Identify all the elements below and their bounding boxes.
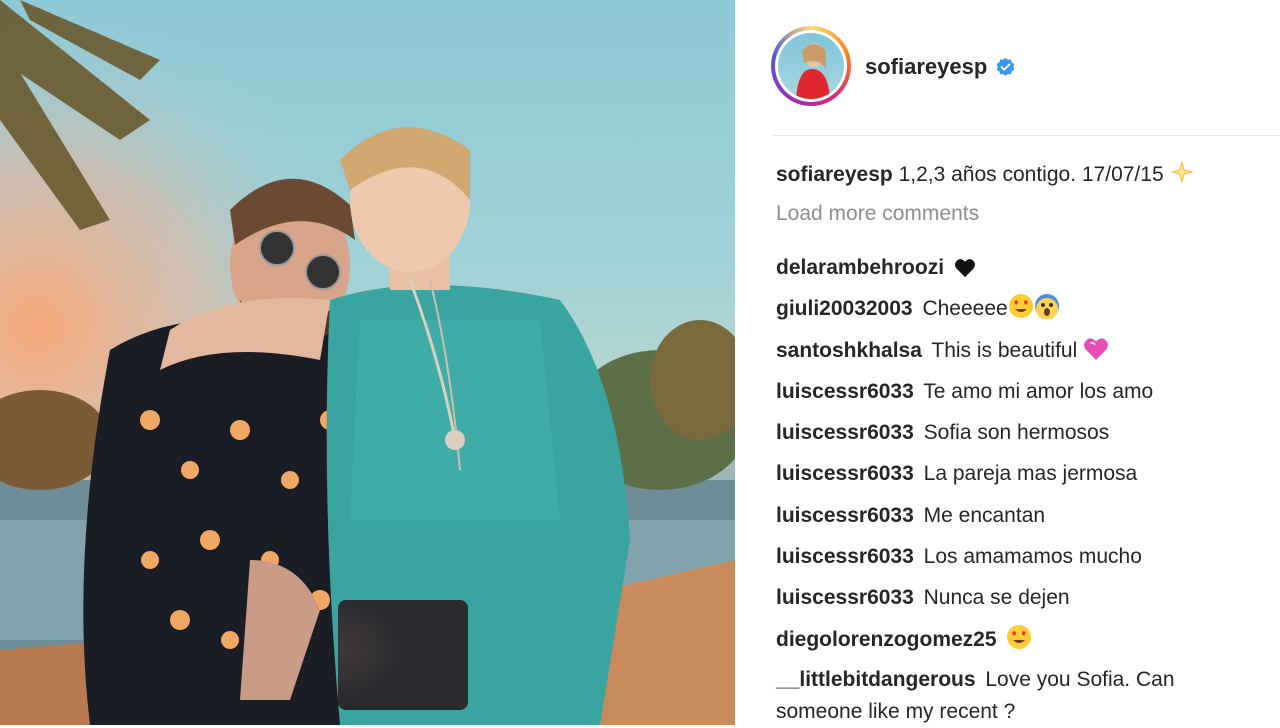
comment-text: La pareja mas jermosa	[923, 462, 1138, 486]
comment-text: This is beautiful	[931, 338, 1078, 362]
comments-list: delarambehroozi giuli20032003 Cheeeee sa…	[776, 247, 1266, 728]
comment-row: luiscessr6033 Nunca se dejen	[776, 577, 1266, 618]
sparkle-star-icon	[1169, 159, 1195, 191]
heart-eyes-icon	[1008, 292, 1034, 333]
avatar-image	[796, 43, 830, 99]
post-photo[interactable]	[0, 0, 735, 725]
comment-row: santoshkhalsa This is beautiful	[776, 330, 1266, 371]
comment-text: Cheeeee	[922, 297, 1008, 321]
post-caption: sofiareyesp 1,2,3 años contigo. 17/07/15	[776, 159, 1195, 191]
post-header: sofiareyesp	[735, 0, 1280, 135]
comment-username[interactable]: luiscessr6033	[776, 421, 914, 444]
comment-username[interactable]: luiscessr6033	[776, 586, 914, 609]
comment-username[interactable]: diegolorenzogomez25	[776, 628, 997, 651]
comment-row: luiscessr6033 Me encantan	[776, 495, 1266, 536]
comment-text: Nunca se dejen	[923, 586, 1070, 610]
comment-row: giuli20032003 Cheeeee	[776, 288, 1266, 329]
avatar[interactable]	[771, 26, 851, 106]
comment-username[interactable]: luiscessr6033	[776, 545, 914, 568]
load-more-comments-link[interactable]: Load more comments	[776, 202, 979, 226]
heart-eyes-icon	[1006, 623, 1032, 664]
caption-text: 1,2,3 años contigo. 17/07/15	[898, 163, 1164, 186]
comment-row: luiscessr6033 La pareja mas jermosa	[776, 453, 1266, 494]
comment-row: __littlebitdangerous Love you Sofia. Can…	[776, 660, 1266, 728]
screaming-face-icon	[1034, 292, 1060, 333]
comment-username[interactable]: luiscessr6033	[776, 462, 914, 485]
comment-row: luiscessr6033 Te amo mi amor los amo	[776, 371, 1266, 412]
comment-text: Me encantan	[923, 503, 1046, 527]
comment-username[interactable]: santoshkhalsa	[776, 339, 922, 362]
black-heart-icon	[954, 251, 976, 292]
comment-username[interactable]: giuli20032003	[776, 297, 913, 320]
comment-row: luiscessr6033 Sofia son hermosos	[776, 412, 1266, 453]
header-divider	[773, 135, 1280, 136]
comment-text: Sofia son hermosos	[923, 421, 1110, 445]
pink-heart-icon	[1083, 334, 1109, 375]
comment-text: Te amo mi amor los amo	[923, 379, 1154, 403]
comment-row: diegolorenzogomez25	[776, 619, 1266, 660]
comment-username[interactable]: luiscessr6033	[776, 380, 914, 403]
comment-row: delarambehroozi	[776, 247, 1266, 288]
comment-username[interactable]: luiscessr6033	[776, 504, 914, 527]
comment-username[interactable]: delarambehroozi	[776, 256, 944, 279]
comment-row: luiscessr6033 Los amamamos mucho	[776, 536, 1266, 577]
post-details-panel: sofiareyesp sofiareyesp 1,2,3 años conti…	[735, 0, 1280, 725]
verified-badge-icon	[995, 57, 1016, 78]
username-text[interactable]: sofiareyesp	[865, 54, 987, 80]
comment-username[interactable]: __littlebitdangerous	[776, 668, 976, 691]
couple-photo-illustration	[0, 0, 735, 725]
comment-text: Los amamamos mucho	[923, 545, 1142, 569]
header-username[interactable]: sofiareyesp	[865, 54, 1016, 80]
caption-username[interactable]: sofiareyesp	[776, 163, 893, 186]
